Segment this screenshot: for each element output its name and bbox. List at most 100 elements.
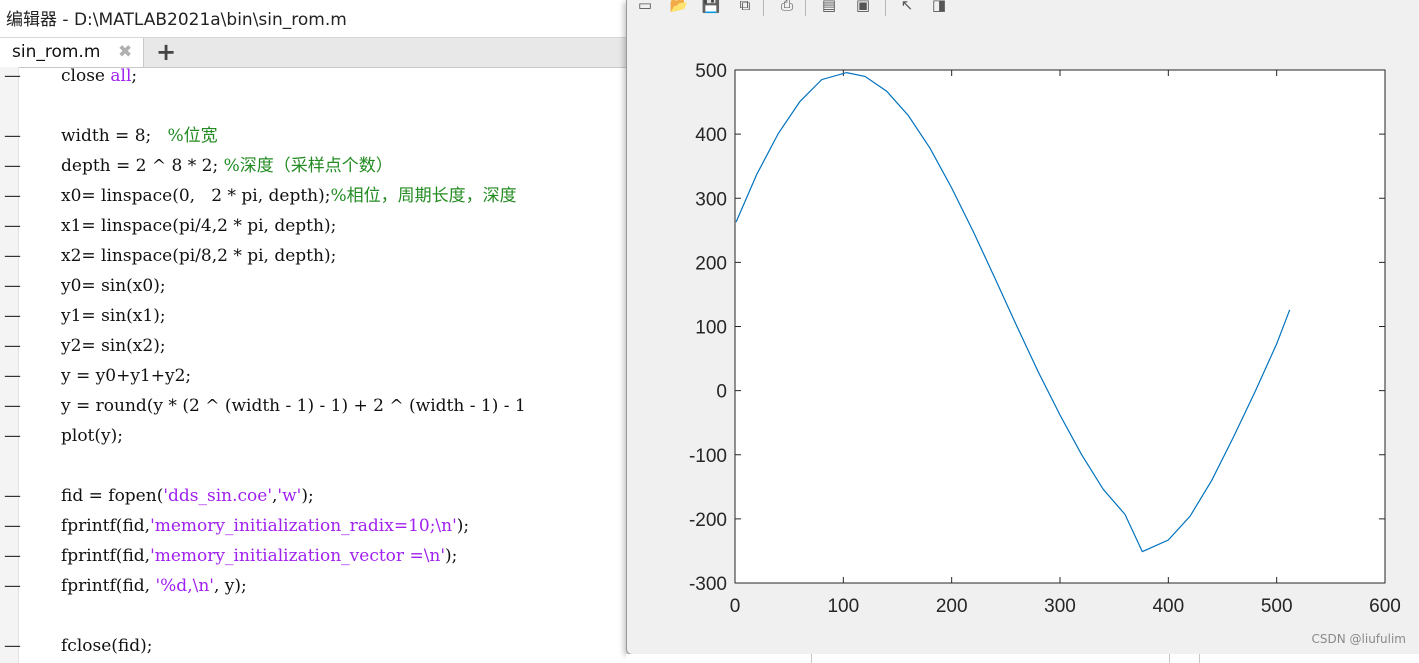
code-line[interactable]: — width = 8; %位宽 [0,121,640,151]
code-text: plot(y); [61,421,123,451]
code-line[interactable]: — fid = fopen('dds_sin.coe','w'); [0,481,640,511]
code-text: width = 8; %位宽 [61,121,218,151]
code-text: y2= sin(x2); [61,331,166,361]
string-token: 'memory_initialization_radix=10;\n' [150,516,457,536]
code-token: y = round(y * (2 ^ (width - 1) - 1) + 2 … [61,396,526,416]
string-token: 'memory_initialization_vector =\n' [150,546,446,566]
code-token: width = 8; [61,126,168,146]
breakpoint-marker[interactable]: — [4,181,21,211]
status-strip [626,654,1419,663]
y-tick-label: 500 [695,61,727,82]
code-token: ); [301,486,314,506]
x-tick-label: 600 [1369,596,1401,617]
comment-token: %位宽 [167,126,218,146]
code-line[interactable]: — depth = 2 ^ 8 * 2; %深度（采样点个数） [0,151,640,181]
code-text: fid = fopen('dds_sin.coe','w'); [61,481,314,511]
code-line[interactable]: — y1= sin(x1); [0,301,640,331]
x-tick-label: 400 [1152,596,1184,617]
code-token: ); [456,516,470,536]
code-text: x0= linspace(0, 2 * pi, depth);%相位，周期长度，… [61,181,517,211]
breakpoint-marker[interactable]: — [4,541,21,571]
code-text: fclose(fid); [61,631,152,661]
code-line[interactable]: — x1= linspace(pi/4,2 * pi, depth); [0,211,640,241]
code-line[interactable]: — fprintf(fid, '%d,\n', y); [0,571,640,601]
breakpoint-marker[interactable]: — [4,121,21,151]
strip-divider [1199,654,1200,663]
breakpoint-marker[interactable]: — [4,301,21,331]
code-line[interactable]: — x2= linspace(pi/8,2 * pi, depth); [0,241,640,271]
code-line[interactable]: — close all; [0,61,640,91]
code-token: y1= sin(x1); [61,306,166,326]
x-tick-label: 100 [827,596,859,617]
code-text: depth = 2 ^ 8 * 2; %深度（采样点个数） [61,151,393,181]
code-line[interactable]: — y = round(y * (2 ^ (width - 1) - 1) + 2… [0,391,640,421]
x-tick-label: 0 [730,596,741,617]
code-token: y2= sin(x2); [61,336,166,356]
code-text: y0= sin(x0); [61,271,166,301]
code-line[interactable]: — x0= linspace(0, 2 * pi, depth);%相位，周期长度… [0,181,640,211]
plot-area [734,69,1386,584]
code-token: y = y0+y1+y2; [61,366,192,386]
y-tick-label: 0 [716,382,727,403]
x-tick-label: 200 [936,596,968,617]
code-token: fprintf(fid, [61,576,156,596]
plot-axes[interactable]: 0 100 200 300 400 500 600 -300 -200 -100 0 100 200 30… [627,0,1419,654]
breakpoint-marker[interactable]: — [4,391,21,421]
breakpoint-marker[interactable]: — [4,481,21,511]
y-tick-label: 400 [695,125,727,146]
strip-divider [1169,654,1170,663]
code-line[interactable]: — y0= sin(x0); [0,271,640,301]
breakpoint-marker[interactable]: — [4,421,21,451]
code-area[interactable]: — close all; — width = 8; %位宽 — depth = 2 ^ 8… [0,61,640,663]
code-token: ; [131,66,138,86]
code-line[interactable]: — fprintf(fid,'memory_initialization_radi… [0,511,640,541]
code-token: fid = fopen( [61,486,164,506]
y-tick-label: 100 [695,318,727,339]
breakpoint-marker[interactable]: — [4,331,21,361]
code-text: fprintf(fid,'memory_initialization_radix… [61,511,469,541]
breakpoint-marker[interactable]: — [4,151,21,181]
code-token: depth = 2 ^ 8 * 2; [61,156,224,176]
comment-token: %相位，周期长度，深度 [330,186,517,206]
code-token: y0= sin(x0); [61,276,166,296]
code-token: plot(y); [61,426,123,446]
comment-token: %深度（采样点个数） [223,156,393,176]
code-line[interactable]: — y2= sin(x2); [0,331,640,361]
y-tick-label: -200 [689,510,727,531]
code-token: x1= linspace(pi/4,2 * pi, depth); [61,216,337,236]
code-token: fclose(fid); [61,636,153,656]
x-tick-label: 300 [1044,596,1076,617]
code-line[interactable]: — y = y0+y1+y2; [0,361,640,391]
code-text: x2= linspace(pi/8,2 * pi, depth); [61,241,336,271]
breakpoint-marker[interactable]: — [4,271,21,301]
breakpoint-marker[interactable]: — [4,631,21,661]
breakpoint-marker[interactable]: — [4,571,21,601]
figure-window: ▭ 📂 💾 ⧉ ⎙ ▤ ▣ ↖ ◨ 0 100 200 300 400 500 600 -300 -200 -10… [626,0,1419,655]
strip-divider [811,654,812,663]
code-token: close [61,66,111,86]
breakpoint-marker[interactable]: — [4,361,21,391]
y-tick-label: 200 [695,253,727,274]
code-text: x1= linspace(pi/4,2 * pi, depth); [61,211,336,241]
code-token: , y); [213,576,247,596]
x-tick-label: 500 [1261,596,1293,617]
breakpoint-marker[interactable]: — [4,511,21,541]
code-text: fprintf(fid, '%d,\n', y); [61,571,247,601]
y-tick-label: 300 [695,189,727,210]
breakpoint-marker[interactable]: — [4,61,21,91]
y-tick-label: -100 [689,446,727,467]
code-text: close all; [61,61,137,91]
code-text: y = y0+y1+y2; [61,361,191,391]
string-token: '%d,\n' [155,576,214,596]
code-line[interactable]: — fclose(fid); [0,631,640,661]
code-text: fprintf(fid,'memory_initialization_vecto… [61,541,457,571]
code-line[interactable]: — plot(y); [0,421,640,451]
code-token: fprintf(fid, [61,546,151,566]
code-token: x2= linspace(pi/8,2 * pi, depth); [61,246,337,266]
code-text: y = round(y * (2 ^ (width - 1) - 1) + 2 … [61,391,526,421]
breakpoint-marker[interactable]: — [4,241,21,271]
string-token: all [110,66,132,86]
breakpoint-marker[interactable]: — [4,211,21,241]
code-text: y1= sin(x1); [61,301,166,331]
code-line[interactable]: — fprintf(fid,'memory_initialization_vect… [0,541,640,571]
